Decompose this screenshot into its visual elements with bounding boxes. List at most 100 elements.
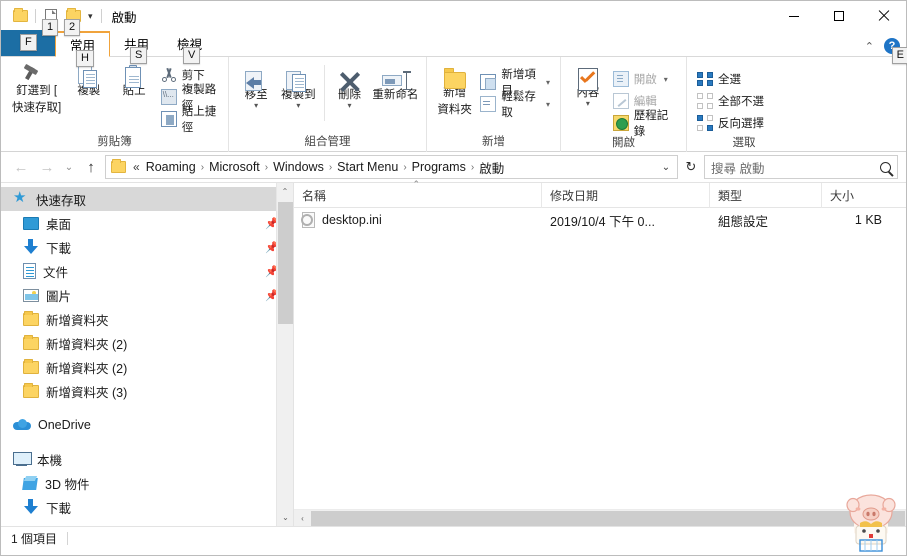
scroll-up-icon[interactable]: ⌃ (277, 183, 293, 200)
breadcrumb-item-microsoft[interactable]: Microsoft (206, 160, 263, 174)
delete-button[interactable]: 刪除 ▾ (328, 65, 370, 110)
sidebar-item-downloads[interactable]: 下載 📌 (1, 235, 293, 259)
properties-caret-icon[interactable]: ▾ (586, 100, 590, 108)
open-caret-icon[interactable]: ▾ (664, 75, 668, 84)
recent-locations-button[interactable]: ⌄ (61, 155, 77, 179)
column-header-size[interactable]: 大小 (822, 183, 892, 208)
breadcrumb[interactable]: « Roaming › Microsoft › Windows › Start … (105, 155, 678, 179)
keytip-tab-view: V (183, 47, 201, 64)
breadcrumb-item-startup[interactable]: 啟動 (476, 158, 507, 177)
sidebar-item-new-folder-2[interactable]: 新增資料夾 (2) (1, 331, 293, 355)
properties-button[interactable]: 內容 ▾ (567, 63, 609, 108)
pin-to-quick-access-button[interactable]: 釘選到 [ 快速存取] (7, 61, 66, 115)
rename-button[interactable]: 重新命名 (371, 65, 420, 102)
invert-selection-button[interactable]: 反向選擇 (693, 112, 768, 134)
paste-button[interactable]: 貼上 (111, 61, 156, 98)
group-label-clipboard: 剪貼簿 (97, 136, 132, 148)
chevron-right-icon[interactable]: › (327, 162, 334, 173)
breadcrumb-item-roaming[interactable]: Roaming (143, 160, 199, 174)
scroll-down-icon[interactable]: ⌄ (277, 509, 293, 526)
up-button[interactable]: ↑ (79, 155, 103, 179)
tab-share[interactable]: 共用 S (110, 30, 163, 64)
sidebar-item-pictures[interactable]: 圖片 📌 (1, 283, 293, 307)
sidebar-item-desktop[interactable]: 桌面 📌 (1, 211, 293, 235)
chevron-right-icon[interactable]: › (469, 162, 476, 173)
column-header-type[interactable]: 類型 (710, 182, 822, 208)
chevron-down-icon[interactable]: ⌄ (657, 162, 675, 173)
sort-ascending-icon: ⌃ (412, 178, 421, 189)
select-commands: 全選 全部不選 反向選擇 (693, 65, 768, 134)
close-button[interactable] (861, 1, 906, 31)
chevron-right-icon[interactable]: › (199, 162, 206, 173)
open-small-commands: 開啟 ▾ 編輯 歷程記錄 (609, 63, 680, 138)
search-input[interactable]: 搜尋 啟動 (704, 155, 898, 179)
search-icon[interactable] (880, 161, 891, 173)
copy-to-caret-icon[interactable]: ▾ (296, 102, 300, 110)
ribbon-group-new: 新增 資料夾 新增項目 ▾ 輕鬆存取 ▾ 新增 (427, 57, 561, 152)
qat-properties-button[interactable]: 1 (40, 5, 62, 36)
minimize-icon (788, 15, 799, 17)
scroll-left-icon[interactable]: ‹ (294, 514, 311, 523)
move-to-caret-icon[interactable]: ▾ (254, 102, 258, 110)
delete-caret-icon[interactable]: ▾ (348, 102, 352, 110)
select-none-button[interactable]: 全部不選 (693, 90, 768, 112)
column-header-date[interactable]: 修改日期 (542, 182, 710, 208)
easy-access-button[interactable]: 輕鬆存取 ▾ (476, 91, 554, 119)
breadcrumb-item-programs[interactable]: Programs (409, 160, 469, 174)
qat-new-folder-button[interactable]: 2 (62, 5, 84, 36)
sidebar-item-quick-access[interactable]: 快速存取 (1, 187, 293, 211)
copy-path-icon (160, 89, 177, 105)
back-button[interactable]: ← (9, 155, 33, 179)
sidebar-item-label: 桌面 (46, 217, 72, 232)
breadcrumb-overflow[interactable]: « (130, 160, 143, 174)
keytip-help: E (891, 47, 907, 64)
close-icon (878, 10, 890, 22)
breadcrumb-item-start-menu[interactable]: Start Menu (334, 160, 401, 174)
sidebar-item-new-folder-3[interactable]: 新增資料夾 (2) (1, 355, 293, 379)
chevron-right-icon[interactable]: › (263, 162, 270, 173)
paste-shortcut-button[interactable]: 貼上捷徑 (157, 106, 222, 134)
easy-access-caret-icon[interactable]: ▾ (546, 100, 550, 109)
table-row[interactable]: desktop.ini 2019/10/4 下午 0... 組態設定 1 KB (294, 208, 906, 232)
minimize-button[interactable] (771, 1, 816, 31)
select-all-button[interactable]: 全選 (693, 68, 768, 90)
chevron-right-icon[interactable]: › (401, 162, 408, 173)
qat-folder-button[interactable] (9, 5, 31, 27)
cell-type: 組態設定 (718, 214, 769, 229)
maximize-button[interactable] (816, 1, 861, 31)
copy-to-button[interactable]: 複製到 ▾ (277, 65, 319, 110)
sidebar-item-label: 本機 (37, 453, 63, 468)
sidebar-item-new-folder-1[interactable]: 新增資料夾 (1, 307, 293, 331)
scrollbar-thumb[interactable] (278, 202, 293, 324)
move-to-button[interactable]: 移至 ▾ (235, 65, 277, 110)
qat-dropdown-icon[interactable]: ▾ (84, 11, 97, 22)
sidebar-item-this-pc[interactable]: 本機 (1, 447, 293, 471)
sidebar-item-new-folder-4[interactable]: 新增資料夾 (3) (1, 379, 293, 403)
organize-divider (323, 65, 325, 121)
sidebar-item-downloads-pc[interactable]: 下載 (1, 495, 293, 519)
copy-to-icon (284, 69, 312, 92)
scrollbar-thumb[interactable] (311, 510, 905, 526)
sidebar-item-3d-objects[interactable]: 3D 物件 (1, 471, 293, 495)
tab-view[interactable]: 檢視 V (163, 30, 216, 64)
sidebar-item-documents[interactable]: 文件 📌 (1, 259, 293, 283)
file-rows: desktop.ini 2019/10/4 下午 0... 組態設定 1 KB (294, 208, 906, 509)
open-button[interactable]: 開啟 ▾ (609, 68, 680, 90)
new-folder-button[interactable]: 新增 資料夾 (433, 63, 476, 117)
keytip-tab-file: F (20, 34, 37, 51)
chevron-up-icon[interactable]: ⌃ (865, 40, 874, 53)
navigation-gap (1, 403, 293, 413)
ribbon-group-open: 內容 ▾ 開啟 ▾ 編輯 歷程記錄 開啟 (561, 57, 687, 152)
column-header-name[interactable]: 名稱 ⌃ (294, 179, 542, 208)
forward-button[interactable]: → (35, 155, 59, 179)
rename-icon (380, 69, 410, 90)
navigation-scrollbar[interactable]: ⌃ ⌄ (276, 183, 293, 526)
item-count-label: 1 個項目 (11, 532, 58, 546)
sidebar-item-onedrive[interactable]: OneDrive (1, 413, 293, 437)
breadcrumb-item-windows[interactable]: Windows (270, 160, 327, 174)
new-item-caret-icon[interactable]: ▾ (546, 78, 550, 87)
file-list-horizontal-scrollbar[interactable]: ‹ (294, 509, 906, 526)
refresh-icon[interactable]: ↻ (680, 155, 702, 179)
onedrive-icon (13, 419, 31, 431)
history-button[interactable]: 歷程記錄 (609, 110, 680, 138)
